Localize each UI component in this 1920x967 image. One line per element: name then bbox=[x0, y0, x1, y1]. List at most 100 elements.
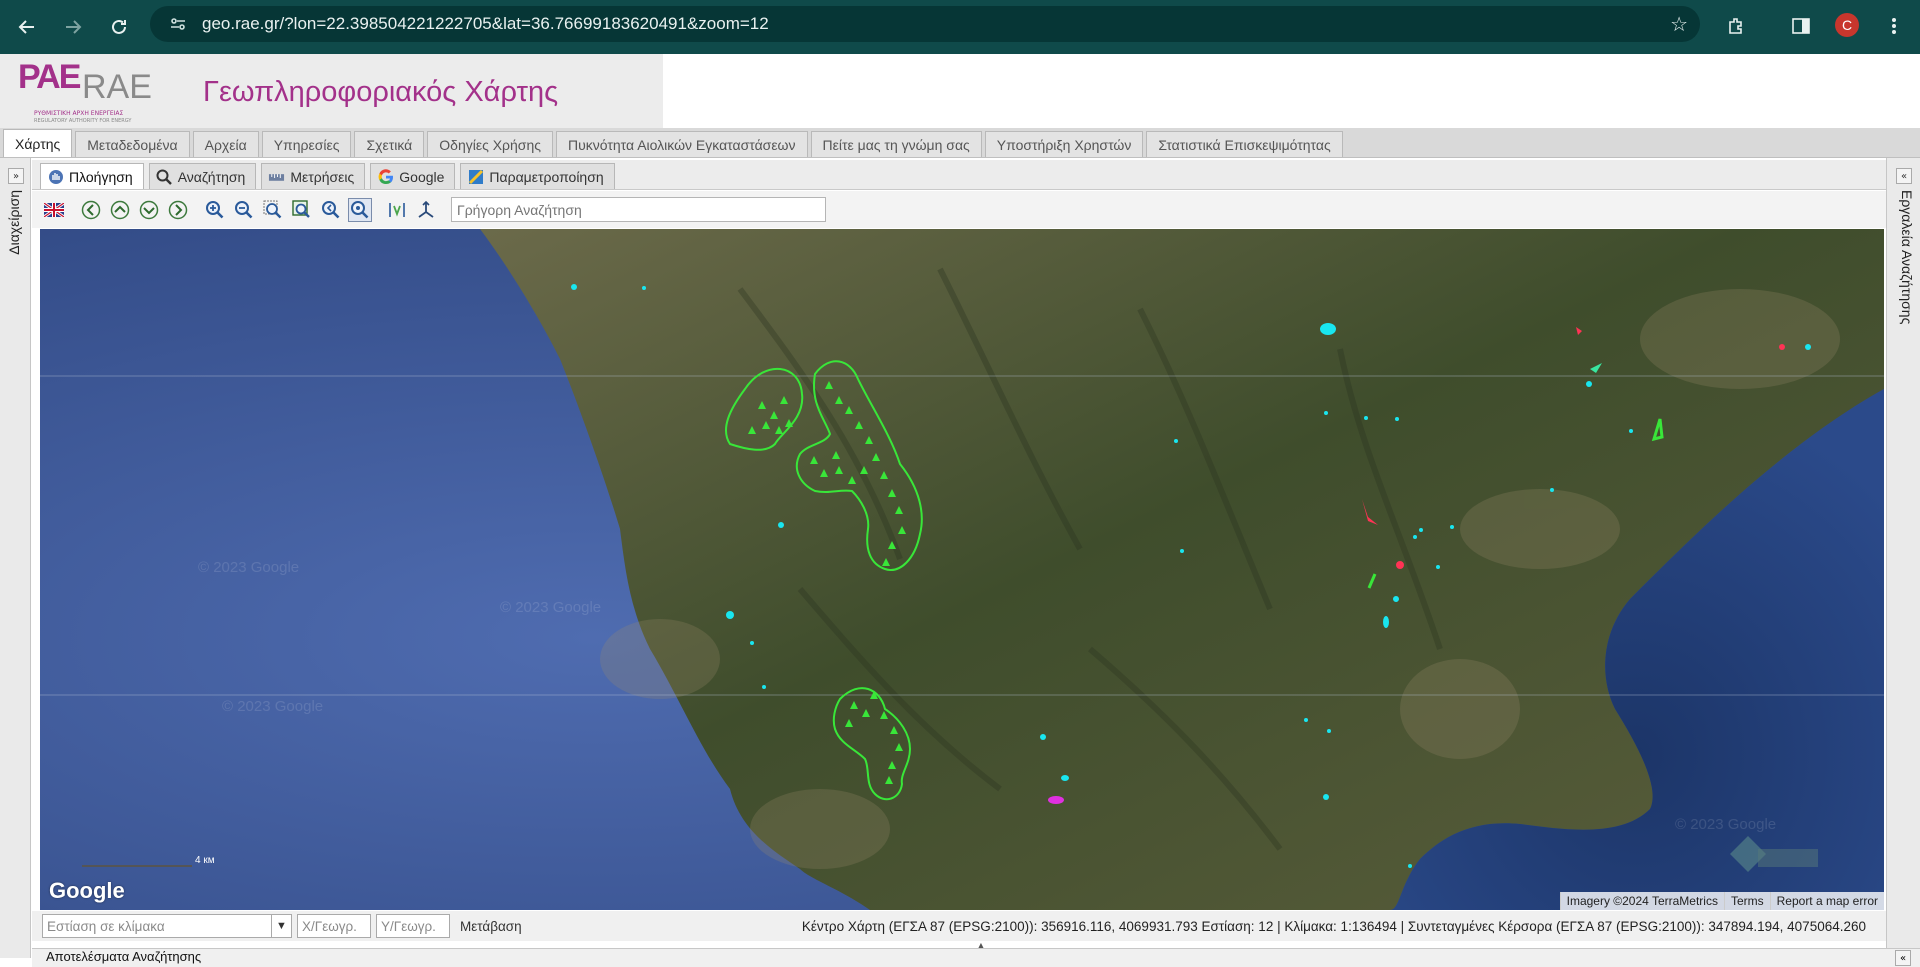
tab-settings-label: Παραμετροποίηση bbox=[489, 168, 604, 185]
arrow-right-icon bbox=[66, 20, 82, 34]
zoom-extent-button[interactable] bbox=[290, 198, 314, 222]
left-side-panel: » bbox=[0, 158, 31, 958]
satellite-imagery[interactable]: © 2023 Google © 2023 Google © 2023 Googl… bbox=[40, 229, 1884, 910]
zoom-previous-icon bbox=[322, 200, 340, 218]
logo-subtitle-gr: ΡΥΘΜΙΣΤΙΚΗ ΑΡΧΗ ΕΝΕΡΓΕΙΑΣ bbox=[34, 110, 124, 117]
main-tab-10[interactable]: Στατιστικά Επισκεψιμότητας bbox=[1146, 131, 1343, 157]
imagery-credit: Imagery ©2024 TerraMetrics bbox=[1559, 892, 1724, 910]
reload-button[interactable] bbox=[100, 8, 138, 46]
pan-west-button[interactable] bbox=[79, 198, 103, 222]
map-canvas[interactable]: © 2023 Google © 2023 Google © 2023 Googl… bbox=[40, 229, 1884, 910]
map-watermark: © 2023 Google bbox=[198, 559, 299, 576]
zoom-out-icon bbox=[235, 200, 253, 218]
uk-flag-icon[interactable] bbox=[42, 198, 66, 222]
x-coordinate-input[interactable]: Χ/Γεωγρ. bbox=[297, 914, 371, 938]
profile-avatar[interactable]: C bbox=[1835, 13, 1859, 37]
tab-search[interactable]: Αναζήτηση bbox=[148, 163, 257, 189]
site-settings-icon[interactable] bbox=[160, 15, 196, 33]
tab-measurements[interactable]: Μετρήσεις bbox=[261, 163, 366, 189]
zoom-out-button[interactable] bbox=[232, 198, 256, 222]
pan-north-button[interactable] bbox=[108, 198, 132, 222]
main-tab-8[interactable]: Πείτε μας τη γνώμη σας bbox=[810, 131, 982, 157]
chevron-down-icon[interactable]: ▼ bbox=[271, 915, 291, 937]
expand-results-button[interactable]: « bbox=[1895, 950, 1911, 966]
side-panel-icon[interactable] bbox=[1783, 8, 1819, 44]
terms-link[interactable]: Terms bbox=[1723, 892, 1770, 910]
main-tab-1[interactable]: Χάρτης bbox=[3, 129, 73, 157]
main-tab-4[interactable]: Υπηρεσίες bbox=[261, 131, 352, 157]
search-results-title: Αποτελέσματα Αναζήτησης bbox=[46, 949, 202, 964]
magenta-feature[interactable] bbox=[1048, 796, 1064, 804]
map-watermark: © 2023 Google bbox=[1675, 816, 1776, 833]
identify-button[interactable] bbox=[385, 198, 409, 222]
app-header: PAE RAE ΡΥΘΜΙΣΤΙΚΗ ΑΡΧΗ ΕΝΕΡΓΕΙΑΣ REGULA… bbox=[0, 54, 1920, 128]
status-bar: Εστίαση σε κλίμακα ▼ Χ/Γεωγρ. Υ/Γεωγρ. Μ… bbox=[32, 911, 1886, 941]
axes-icon bbox=[418, 200, 434, 218]
arrow-up-circle-icon bbox=[110, 200, 130, 219]
zoom-previous-button[interactable] bbox=[319, 198, 343, 222]
logo-rae: RAE bbox=[82, 68, 152, 106]
logo-pae: PAE bbox=[18, 58, 81, 96]
search-results-panel: Αποτελέσματα Αναζήτησης bbox=[32, 948, 1920, 967]
main-tab-7[interactable]: Πυκνότητα Αιολικών Εγκαταστάσεων bbox=[555, 131, 808, 157]
right-panel-label[interactable]: Εργαλεία Αναζήτησης bbox=[1899, 190, 1915, 324]
arrow-down-circle-icon bbox=[139, 200, 159, 219]
zoom-scale-select[interactable]: Εστίαση σε κλίμακα ▼ bbox=[42, 914, 292, 938]
google-g-icon bbox=[377, 168, 394, 185]
tab-navigation[interactable]: Πλοήγηση bbox=[40, 163, 144, 189]
tab-measurements-label: Μετρήσεις bbox=[290, 168, 355, 185]
report-map-error-link[interactable]: Report a map error bbox=[1769, 892, 1884, 910]
pan-south-button[interactable] bbox=[137, 198, 161, 222]
kebab-menu-icon[interactable] bbox=[1876, 8, 1912, 44]
main-tab-2[interactable]: Μεταδεδομένα bbox=[75, 131, 190, 157]
zoom-select-icon bbox=[351, 200, 369, 218]
pan-east-button[interactable] bbox=[166, 198, 190, 222]
zoom-box-button[interactable] bbox=[261, 198, 285, 222]
identify-icon bbox=[389, 202, 405, 217]
splitter-handle-icon[interactable]: ▲ bbox=[974, 941, 988, 950]
tab-google[interactable]: Google bbox=[370, 163, 456, 189]
back-button[interactable] bbox=[8, 8, 46, 46]
tab-settings[interactable]: Παραμετροποίηση bbox=[460, 163, 615, 189]
left-panel-label[interactable]: Διαχείριση bbox=[6, 190, 22, 255]
map-attribution: Imagery ©2024 TerraMetrics Terms Report … bbox=[1559, 892, 1884, 910]
main-tab-6[interactable]: Οδηγίες Χρήσης bbox=[427, 131, 553, 157]
zoom-box-icon bbox=[263, 200, 282, 218]
reload-icon bbox=[112, 19, 126, 34]
map-sub-tab-bar: Πλοήγηση Αναζήτηση Μετρήσεις Google Παρα… bbox=[32, 160, 1886, 190]
header-white-area bbox=[663, 54, 1920, 128]
y-coordinate-input[interactable]: Υ/Γεωγρ. bbox=[376, 914, 450, 938]
bookmark-star-icon[interactable]: ☆ bbox=[1670, 12, 1688, 36]
main-tab-3[interactable]: Αρχεία bbox=[192, 131, 259, 157]
quick-search-input[interactable] bbox=[451, 197, 826, 222]
zoom-in-icon bbox=[206, 200, 224, 218]
expand-left-panel-button[interactable]: » bbox=[8, 168, 24, 184]
tab-google-label: Google bbox=[399, 168, 445, 185]
tab-navigation-label: Πλοήγηση bbox=[69, 168, 133, 185]
extensions-icon[interactable] bbox=[1718, 8, 1754, 44]
scale-bar bbox=[82, 865, 192, 867]
settings-map-icon bbox=[467, 168, 484, 185]
zoom-select-button[interactable] bbox=[348, 197, 372, 222]
x-placeholder: Χ/Γεωγρ. bbox=[302, 918, 357, 934]
rae-logo[interactable]: PAE RAE ΡΥΘΜΙΣΤΙΚΗ ΑΡΧΗ ΕΝΕΡΓΕΙΑΣ REGULA… bbox=[18, 58, 168, 124]
cyan-feature[interactable] bbox=[1061, 775, 1069, 781]
url-text[interactable]: geo.rae.gr/?lon=22.398504221222705&lat=3… bbox=[202, 14, 769, 34]
go-to-button[interactable]: Μετάβαση bbox=[460, 919, 522, 934]
zoom-scale-placeholder: Εστίαση σε κλίμακα bbox=[47, 918, 165, 934]
main-tab-9[interactable]: Υποστήριξη Χρηστών bbox=[984, 131, 1144, 157]
map-watermark: © 2023 Google bbox=[500, 599, 601, 616]
coordinates-button[interactable] bbox=[414, 198, 438, 222]
ruler-icon bbox=[268, 168, 285, 185]
zoom-in-button[interactable] bbox=[203, 198, 227, 222]
magnifier-icon bbox=[156, 168, 173, 185]
pan-hand-icon bbox=[47, 168, 64, 185]
map-watermark: © 2023 Google bbox=[222, 698, 323, 715]
forward-button[interactable] bbox=[54, 8, 92, 46]
zoom-extent-icon bbox=[292, 199, 310, 218]
main-tab-5[interactable]: Σχετικά bbox=[354, 131, 425, 157]
address-bar[interactable]: geo.rae.gr/?lon=22.398504221222705&lat=3… bbox=[150, 6, 1700, 42]
scale-label: 4 км bbox=[195, 855, 215, 866]
tab-search-label: Αναζήτηση bbox=[177, 168, 246, 185]
expand-right-panel-button[interactable]: « bbox=[1896, 168, 1912, 184]
